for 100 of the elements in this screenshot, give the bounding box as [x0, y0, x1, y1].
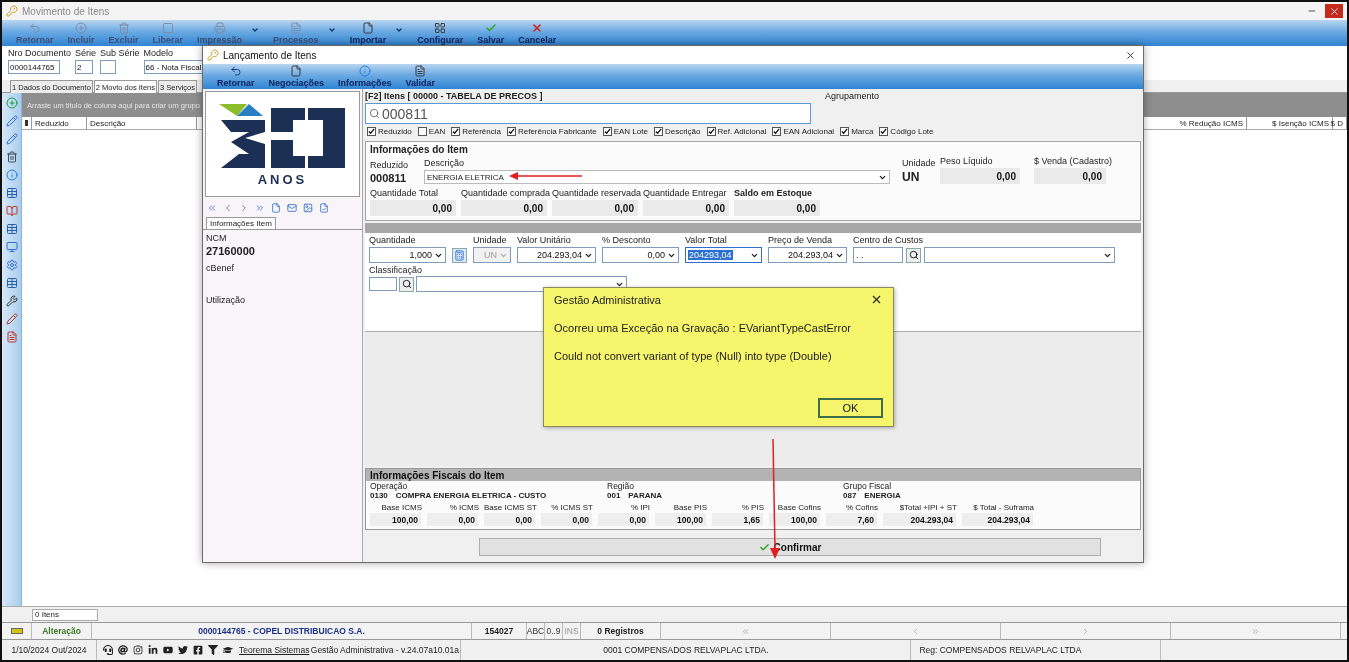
youtube-icon[interactable]	[163, 645, 173, 655]
file-icon[interactable]	[271, 203, 281, 213]
field-label: Unidade	[902, 158, 937, 168]
toolbar-button[interactable]: Cancelar	[512, 22, 563, 45]
toolbar-button[interactable]: Salvar	[471, 22, 511, 45]
field-label: Centro de Custos	[853, 235, 925, 245]
checkbox[interactable]	[772, 127, 782, 136]
field-label: Saldo em Estoque	[734, 188, 814, 198]
document-check-icon[interactable]	[319, 203, 329, 213]
input-field[interactable]	[100, 60, 117, 74]
column-header[interactable]: Reduzido	[32, 117, 87, 129]
number-dropdown[interactable]: 1,000	[369, 247, 446, 263]
value-field: 100,00	[370, 513, 421, 526]
check-icon	[484, 22, 497, 34]
wrench-icon[interactable]	[5, 295, 18, 307]
toolbar-button[interactable]: Retornar	[211, 65, 261, 88]
checkbox[interactable]	[706, 127, 716, 136]
number-dropdown[interactable]: 204293,04	[685, 247, 762, 263]
book-icon[interactable]	[5, 205, 18, 217]
checkbox[interactable]	[653, 127, 663, 136]
at-sign-icon[interactable]	[118, 645, 128, 655]
column-header[interactable]: Descrição	[87, 117, 197, 129]
checkbox[interactable]	[506, 127, 516, 136]
number-dropdown[interactable]: 0,00	[602, 247, 679, 263]
table-icon[interactable]	[5, 187, 18, 199]
checkbox-label: Referência Fabricante	[517, 127, 597, 136]
instagram-icon[interactable]	[133, 645, 143, 655]
last-icon	[1251, 626, 1260, 636]
pencil-icon[interactable]	[5, 313, 18, 325]
toolbar-button[interactable]: Informações	[332, 65, 398, 88]
filter-icon[interactable]	[208, 645, 218, 655]
toolbar-button[interactable]: Negociações	[262, 65, 331, 88]
value-field: 0,00	[598, 513, 649, 526]
pencil-icon[interactable]	[5, 115, 18, 127]
field-label: Peso Líquido	[940, 156, 994, 166]
field-label: Quantidade reservada	[552, 188, 640, 198]
checkbox[interactable]	[367, 127, 376, 136]
value-field: 0,00	[427, 513, 478, 526]
column-header[interactable]: % Redução ICMS	[1162, 117, 1247, 129]
field-label: Quantidade	[369, 235, 417, 245]
checkbox[interactable]	[417, 127, 427, 136]
document-icon[interactable]	[5, 331, 18, 343]
monitor-icon[interactable]	[5, 241, 18, 253]
gear-icon[interactable]	[5, 259, 18, 271]
item-count: 0 Itens	[32, 608, 98, 621]
checkbox-label: Ref. Adicional	[717, 127, 767, 136]
search-field[interactable]: 000811	[365, 103, 811, 124]
field-label: Classificação	[369, 265, 424, 275]
input-field[interactable]: 0000144765	[8, 60, 60, 74]
graduation-cap-icon[interactable]	[223, 645, 233, 655]
search-button[interactable]	[399, 276, 414, 292]
field-label: Descrição	[424, 158, 465, 168]
trash-icon[interactable]	[5, 151, 18, 163]
input-field[interactable]: . .	[853, 247, 903, 263]
key-indicator: INS	[563, 623, 581, 639]
ok-button[interactable]: OK	[818, 398, 883, 418]
close-icon[interactable]	[870, 293, 883, 306]
field-value: 087	[843, 491, 857, 500]
tab[interactable]: Informações Item	[206, 217, 276, 229]
field-label: Quantidade Entregar	[643, 188, 728, 198]
number-dropdown[interactable]: 204.293,04	[768, 247, 847, 263]
twitter-icon[interactable]	[178, 645, 188, 655]
first-icon	[741, 626, 750, 636]
dialog-title: Gestão Administrativa	[554, 293, 661, 306]
table-icon[interactable]	[5, 277, 18, 289]
checkbox[interactable]	[840, 127, 850, 136]
field-label: Preço de Venda	[768, 235, 834, 245]
pencil-icon[interactable]	[5, 133, 18, 145]
search-title: [F2] Itens [ 00000 - TABELA DE PRECOS ]	[365, 91, 544, 101]
next-icon	[1081, 626, 1090, 636]
image-icon[interactable]	[303, 203, 313, 213]
column-header[interactable]: $ D	[1333, 117, 1347, 129]
input-field[interactable]: 2	[75, 60, 94, 74]
company-link[interactable]: Teorema Sistemas	[239, 645, 310, 655]
close-button[interactable]	[1325, 4, 1343, 18]
column-header[interactable]	[22, 117, 32, 129]
facebook-icon[interactable]	[193, 645, 203, 655]
checkbox[interactable]	[451, 127, 461, 136]
headset-icon[interactable]	[103, 645, 113, 655]
input-field[interactable]	[369, 277, 397, 291]
field-label: Operação	[370, 481, 409, 491]
toolbar-button[interactable]: Validar	[399, 65, 442, 88]
field-label: % IPI	[629, 503, 650, 512]
toolbar-button[interactable]: Configurar	[411, 22, 470, 45]
description-dropdown[interactable]: ENERGIA ELETRICA	[424, 170, 890, 184]
checkbox-label: Código Lote	[890, 127, 934, 136]
mail-icon[interactable]	[287, 203, 297, 213]
check-icon	[758, 541, 770, 553]
checkbox[interactable]	[602, 127, 612, 136]
field-label: NCM	[206, 233, 228, 243]
table-icon[interactable]	[5, 223, 18, 235]
checkbox-label: EAN Lote	[613, 127, 648, 136]
dropdown-field[interactable]	[924, 247, 1115, 263]
checkbox[interactable]	[879, 127, 889, 136]
dropdown-field[interactable]	[416, 276, 627, 292]
number-dropdown[interactable]: 204.293,04	[517, 247, 596, 263]
search-button[interactable]	[906, 247, 921, 263]
toolbar-button[interactable]: Importar	[343, 22, 410, 45]
linkedin-icon[interactable]	[148, 645, 158, 655]
info-icon	[358, 65, 371, 77]
